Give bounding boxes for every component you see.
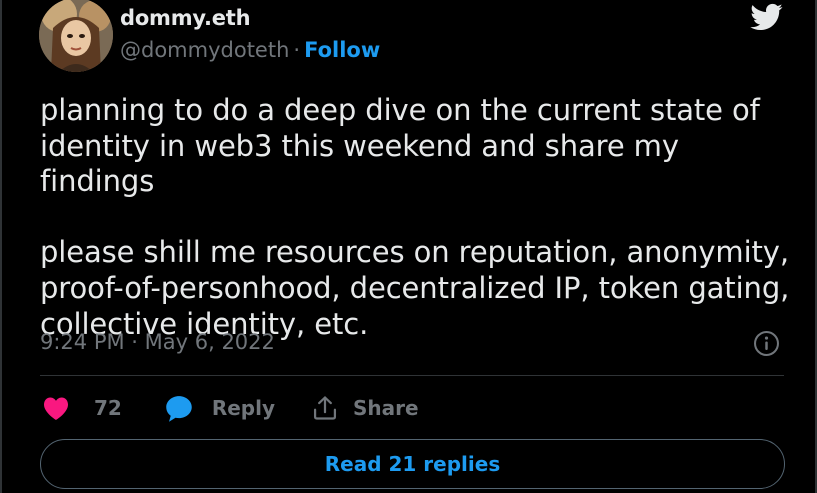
action-bar: 72 Reply Share [40, 392, 419, 424]
author-handle-row: @dommydoteth · Follow [120, 38, 380, 62]
read-replies-button[interactable]: Read 21 replies [40, 439, 785, 489]
reply-label: Reply [211, 396, 276, 420]
avatar-image [39, 0, 113, 72]
separator-dot: · [293, 38, 301, 62]
divider [40, 375, 784, 376]
follow-button[interactable]: Follow [304, 38, 380, 62]
read-replies-label: Read 21 replies [324, 452, 501, 476]
share-upload-icon [314, 396, 337, 420]
tweet-timestamp[interactable]: 9:24 PM · May 6, 2022 [40, 330, 275, 354]
share-label: Share [353, 396, 419, 420]
heart-icon [44, 397, 68, 420]
author-display-name[interactable]: dommy.eth [120, 6, 251, 30]
twitter-bird-icon[interactable] [748, 0, 784, 34]
info-icon[interactable] [753, 330, 780, 357]
like-count: 72 [94, 396, 122, 420]
share-button[interactable]: Share [311, 394, 419, 422]
like-button[interactable]: 72 [40, 393, 122, 423]
speech-bubble-icon [166, 396, 192, 422]
reply-button[interactable]: Reply [164, 393, 275, 423]
author-handle[interactable]: @dommydoteth [120, 38, 289, 62]
tweet-card: dommy.eth @dommydoteth · Follow planning t… [0, 0, 817, 493]
avatar[interactable] [39, 0, 113, 72]
tweet-text: planning to do a deep dive on the curren… [40, 93, 790, 341]
